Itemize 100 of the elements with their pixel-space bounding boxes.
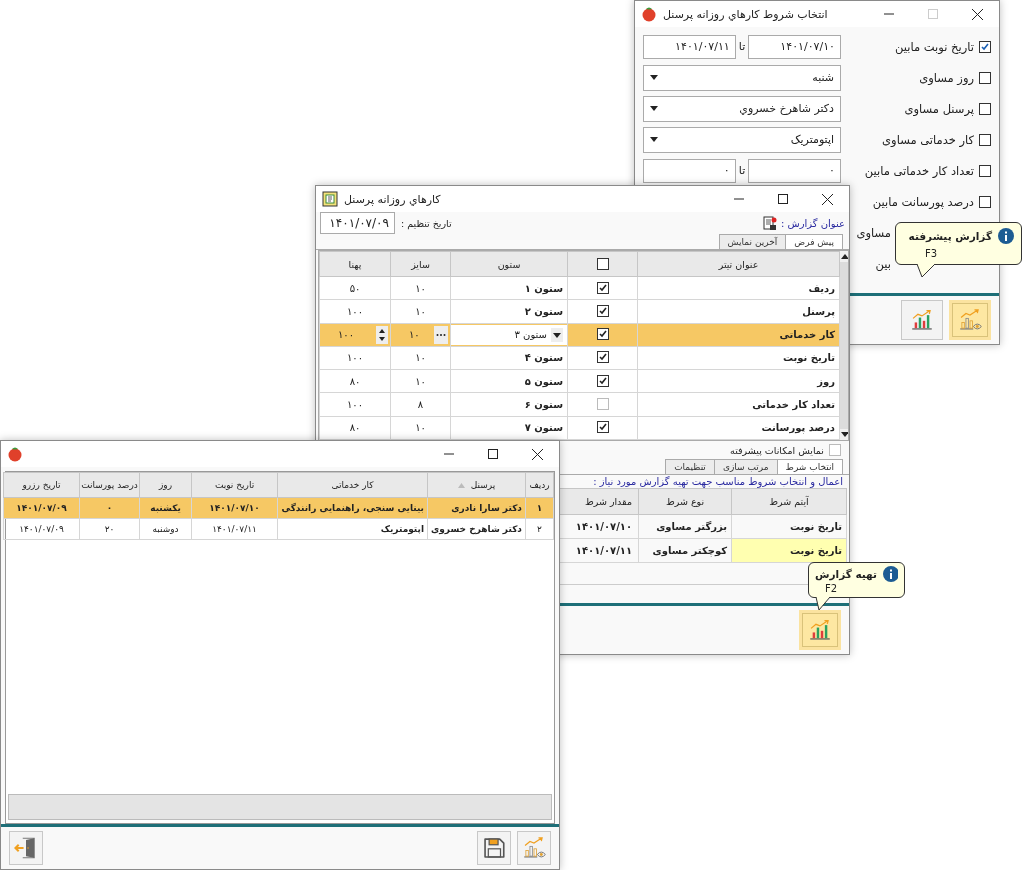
table-cell: ۱۴۰۱/۰۷/۱۱	[575, 545, 632, 556]
number-field[interactable]: ۰	[748, 158, 841, 183]
tab[interactable]: مرتب سازی	[713, 459, 778, 474]
date-field[interactable]: ۱۴۰۱/۰۷/۰۹	[320, 212, 395, 234]
checkbox[interactable]	[596, 351, 609, 364]
table-cell: ۱۰	[390, 299, 451, 324]
dropdown[interactable]: اپتومتریک	[643, 126, 841, 153]
checkbox[interactable]	[596, 397, 609, 410]
table-cell: ۱۰	[390, 369, 451, 393]
table-cell: ۱۴۰۱/۰۷/۱۰	[575, 521, 632, 532]
date-field[interactable]: ۱۴۰۱/۰۷/۱۱	[643, 34, 736, 59]
close-icon	[531, 448, 543, 460]
report-button[interactable]	[799, 610, 841, 650]
column-header: آیتم شرط	[769, 496, 809, 507]
close-icon	[821, 193, 833, 205]
scroll-down-icon[interactable]	[841, 432, 848, 437]
table-cell: یکشنبه	[139, 497, 192, 519]
condition-label: تعداد کار خدماتی مابین	[863, 163, 974, 178]
column-header: کار خدماتی	[331, 480, 374, 490]
checkbox[interactable]	[979, 40, 991, 53]
table-cell: دکتر شاهرخ خسروی	[427, 518, 526, 540]
table-cell: ۱۰	[409, 329, 420, 341]
dropdown[interactable]: دکتر شاهرخ خسروي	[643, 95, 841, 122]
tab[interactable]: آخرین نمایش	[718, 234, 787, 249]
table-cell: ۱۰	[390, 416, 451, 440]
exit-button[interactable]	[9, 831, 43, 865]
number-field[interactable]: ۰	[643, 158, 736, 183]
tab[interactable]: پیش فرض	[785, 234, 843, 249]
table-cell[interactable]: تعداد کار خدماتی	[637, 392, 840, 417]
checkbox[interactable]	[596, 281, 609, 294]
table-cell: ۱۰۰	[338, 329, 355, 341]
tab[interactable]: انتخاب شرط	[776, 459, 843, 474]
checkbox[interactable]	[979, 164, 991, 177]
table-cell: ۱۰۰	[319, 392, 391, 417]
save-button[interactable]	[477, 831, 511, 865]
table-cell: ۸۰	[319, 416, 391, 440]
range-separator: تا	[738, 40, 746, 53]
tomato-icon	[641, 6, 657, 22]
table-cell[interactable]: درصد پورسانت	[637, 416, 840, 440]
checkbox[interactable]	[979, 133, 991, 146]
table-cell[interactable]: تاریخ نوبت	[637, 346, 840, 370]
table-cell[interactable]: ۲	[525, 518, 554, 540]
table-cell: دکتر سارا نادری	[427, 497, 526, 519]
scrollbar[interactable]	[840, 251, 848, 440]
dropdown[interactable]: شنبه	[643, 64, 841, 91]
table-cell[interactable]: ردیف	[637, 276, 840, 300]
table-cell: ۱۰۰	[319, 346, 391, 370]
table-cell: ۸	[390, 392, 451, 417]
table-cell: ستون ۶	[450, 392, 568, 417]
table-cell: ستون ۱	[450, 276, 568, 300]
checkbox[interactable]	[979, 71, 991, 84]
date-field[interactable]: ۱۴۰۱/۰۷/۱۰	[748, 34, 841, 59]
table-cell: ستون ۴	[450, 346, 568, 370]
checkbox-label: نمایش امکانات پیشرفته	[730, 444, 824, 456]
condition-label: تاریخ نوبت مابین	[894, 39, 974, 54]
maximize-icon	[488, 449, 498, 459]
table-cell: ۱۴۰۱/۰۷/۰۹	[3, 497, 80, 519]
table-cell: ستون ۵	[450, 369, 568, 393]
tooltip-shortcut: F2	[825, 583, 838, 594]
condition-label: بین	[875, 256, 891, 271]
table-cell: اپتومتریک	[277, 518, 428, 540]
tomato-icon	[7, 446, 23, 462]
table-cell: کوچکتر مساوی	[638, 538, 732, 563]
table-cell: بزرگتر مساوی	[638, 514, 732, 539]
table-cell[interactable]: ۱	[525, 497, 554, 519]
column-header: تاریخ رزرو	[22, 480, 61, 490]
checkbox[interactable]	[596, 421, 609, 434]
caret-icon	[650, 106, 658, 111]
checkbox[interactable]	[596, 304, 609, 317]
condition-label: کار خدماتی مساوی	[881, 132, 974, 147]
document-icon	[322, 191, 338, 207]
tooltip-title: تهیه گزارش	[815, 568, 877, 580]
table-cell: ۲۰	[79, 518, 140, 540]
checkbox[interactable]	[596, 328, 609, 341]
checkbox[interactable]	[596, 258, 609, 271]
ellipsis-icon[interactable]	[434, 325, 448, 344]
table-cell[interactable]: پرسنل	[637, 299, 840, 324]
tooltip-title: گزارش پیشرفته	[908, 230, 992, 242]
column-header: تاریخ نوبت	[214, 480, 255, 490]
column-header: سایز	[390, 251, 451, 277]
checkbox[interactable]	[979, 195, 991, 208]
report-button[interactable]	[901, 300, 943, 340]
column-header: روز	[159, 480, 173, 490]
scroll-up-icon[interactable]	[841, 254, 848, 259]
condition-label: درصد پورسانت مابین	[871, 194, 974, 209]
maximize-icon	[778, 194, 788, 204]
checkbox[interactable]	[979, 102, 991, 115]
checkbox[interactable]	[596, 374, 609, 387]
tooltip-shortcut: F3	[925, 248, 938, 259]
table-cell: ۱۴۰۱/۰۷/۰۹	[3, 518, 80, 540]
chart-with-eye-icon	[521, 835, 547, 861]
tab[interactable]: تنظیمات	[665, 459, 715, 474]
table-cell: تاریخ نوبت	[731, 538, 847, 563]
table-cell[interactable]: روز	[637, 369, 840, 393]
dropdown[interactable]: ستون ۳	[451, 324, 567, 345]
condition-label: روز مساوی	[918, 70, 974, 85]
condition-label: پرسنل مساوی	[903, 101, 974, 116]
spinner-icon[interactable]	[376, 325, 388, 344]
checkbox[interactable]	[829, 444, 841, 456]
table-cell[interactable]: کار خدماتی	[637, 323, 840, 347]
